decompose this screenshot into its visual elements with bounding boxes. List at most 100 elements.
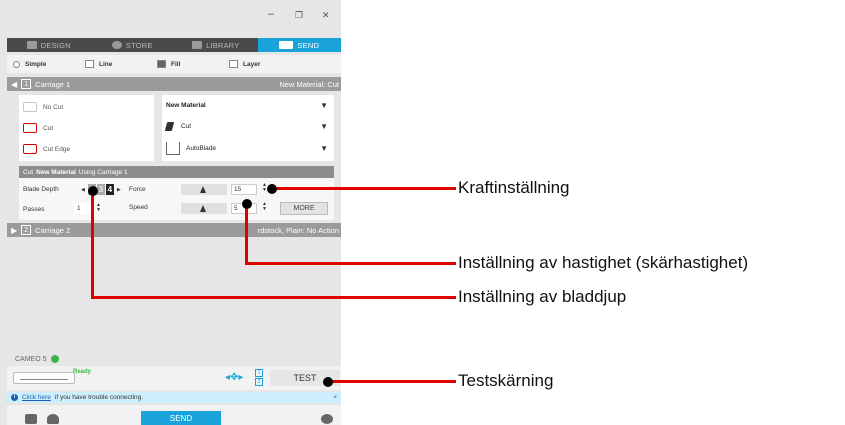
callout-test: Testskärning bbox=[458, 371, 554, 390]
tab-store[interactable]: STORE bbox=[91, 38, 175, 52]
main-tabs: DESIGN STORE LIBRARY SEND bbox=[7, 38, 341, 52]
mode-simple[interactable]: Simple bbox=[13, 60, 79, 68]
cut-options: No Cut Cut Cut Edge bbox=[19, 95, 154, 161]
passes-spinner-icon[interactable]: ▲ ▼ bbox=[96, 203, 101, 213]
decrease-arrow-icon[interactable]: ◀ bbox=[81, 187, 85, 193]
passes-label: Passes bbox=[23, 206, 45, 213]
tab-design[interactable]: DESIGN bbox=[7, 38, 91, 52]
fill-icon bbox=[157, 60, 166, 68]
slot-1[interactable]: 1 bbox=[255, 369, 263, 377]
more-button[interactable]: MORE bbox=[280, 202, 328, 215]
knife-icon bbox=[164, 121, 175, 131]
close-help-icon[interactable]: × bbox=[333, 394, 337, 401]
help-bar: i Click here if you have trouble connect… bbox=[7, 392, 341, 403]
force-callout-dot bbox=[267, 184, 277, 194]
material-select[interactable]: New Material ▼ bbox=[166, 95, 328, 115]
tool-select[interactable]: AutoBlade ▼ bbox=[166, 138, 328, 158]
speed-callout-line-h bbox=[245, 262, 456, 265]
carriage-2-header[interactable]: ▶ 2 Carriage 2 rdstock, Plain: No Action bbox=[7, 223, 341, 237]
speed-slider[interactable] bbox=[181, 203, 227, 214]
move-blade-arrows-icon[interactable]: ◂✥▸ bbox=[225, 372, 243, 383]
slider-thumb[interactable] bbox=[200, 186, 206, 193]
cutter-status-icon[interactable] bbox=[25, 414, 37, 424]
connected-check-icon bbox=[50, 355, 59, 363]
line-icon bbox=[85, 60, 94, 68]
tab-library[interactable]: LIBRARY bbox=[174, 38, 258, 52]
option-cut[interactable]: Cut bbox=[19, 118, 154, 138]
tab-send[interactable]: SEND bbox=[257, 38, 341, 52]
carriage-label: Carriage 2 bbox=[35, 225, 71, 235]
depth-callout-line-h bbox=[91, 296, 456, 299]
callout-speed: Inställning av hastighet (skärhastighet) bbox=[458, 253, 749, 272]
depth-option[interactable]: 3 bbox=[96, 184, 105, 195]
option-no-cut[interactable]: No Cut bbox=[19, 97, 154, 117]
cutter-machine-icon bbox=[13, 372, 75, 384]
option-cut-edge[interactable]: Cut Edge bbox=[19, 139, 154, 159]
mode-layer[interactable]: Layer bbox=[229, 60, 295, 68]
test-callout-dot bbox=[323, 377, 333, 387]
speed-spinner-icon[interactable]: ▲ ▼ bbox=[262, 202, 267, 212]
increase-arrow-icon[interactable]: ▶ bbox=[117, 187, 121, 193]
force-label: Force bbox=[129, 186, 146, 193]
blade-depth-label: Blade Depth bbox=[23, 186, 59, 193]
minimize-button[interactable]: – bbox=[268, 8, 274, 20]
cutter-icon bbox=[279, 41, 294, 49]
gear-icon[interactable] bbox=[321, 414, 333, 424]
expand-arrow-icon: ▶ bbox=[11, 225, 18, 235]
blade-depth-selector[interactable]: ◀ 2 3 4 ▶ bbox=[79, 184, 123, 195]
force-value[interactable]: 15 bbox=[231, 184, 257, 195]
no-cut-icon bbox=[23, 102, 37, 112]
material-settings: New Material ▼ Cut ▼ AutoBlade ▼ bbox=[162, 95, 334, 161]
help-text: if you have trouble connecting. bbox=[54, 394, 144, 401]
slider-thumb[interactable] bbox=[200, 205, 206, 212]
learn-icon[interactable] bbox=[47, 414, 59, 424]
collapse-arrow-icon: ◀ bbox=[11, 79, 18, 89]
grid-icon bbox=[26, 41, 37, 49]
mode-line[interactable]: Line bbox=[85, 60, 151, 68]
bottom-bar: SEND bbox=[7, 405, 341, 425]
device-panel: Ready ◂✥▸ 1 2 TEST bbox=[7, 366, 341, 390]
mode-fill[interactable]: Fill bbox=[157, 60, 223, 68]
cut-icon bbox=[23, 123, 37, 133]
carriage-1-header[interactable]: ◀ 1 Carriage 1 New Material: Cut bbox=[7, 77, 341, 91]
slot-2[interactable]: 2 bbox=[255, 378, 263, 386]
store-icon bbox=[111, 41, 122, 49]
depth-callout-line-v bbox=[91, 191, 94, 298]
close-button[interactable]: ✕ bbox=[322, 10, 330, 21]
carriage-number: 2 bbox=[21, 225, 32, 235]
test-callout-line bbox=[327, 380, 456, 383]
dropdown-caret-icon: ▼ bbox=[320, 121, 328, 131]
device-name: CAMEO 5 bbox=[15, 355, 59, 363]
callout-force: Kraftinställning bbox=[458, 178, 570, 197]
force-slider[interactable] bbox=[181, 184, 227, 195]
speed-label: Speed bbox=[129, 204, 148, 211]
callout-depth: Inställning av bladdjup bbox=[458, 287, 627, 306]
maximize-button[interactable]: ❐ bbox=[295, 10, 303, 21]
speed-callout-line-v bbox=[245, 203, 248, 264]
action-select[interactable]: Cut ▼ bbox=[164, 116, 328, 136]
speed-callout-dot bbox=[242, 199, 252, 209]
carriage-label: Carriage 1 bbox=[35, 79, 71, 89]
carriage-status: New Material: Cut bbox=[279, 79, 339, 89]
depth-callout-dot bbox=[88, 186, 98, 196]
carriage-number: 1 bbox=[21, 79, 32, 89]
cut-edge-icon bbox=[23, 144, 37, 154]
send-button[interactable]: SEND bbox=[141, 411, 221, 425]
layer-icon bbox=[229, 60, 238, 68]
dropdown-caret-icon: ▼ bbox=[320, 143, 328, 153]
cut-settings-header: Cut New Material Using Carriage 1 bbox=[19, 166, 334, 178]
silhouette-studio-window: – ❐ ✕ DESIGN STORE LIBRARY SEND Simple L… bbox=[0, 0, 341, 425]
carriage-slots: 1 2 bbox=[255, 369, 263, 386]
cut-settings-panel: Blade Depth ◀ 2 3 4 ▶ Force 15 ▲▼ Passes… bbox=[19, 178, 334, 220]
radio-icon bbox=[13, 60, 20, 68]
ready-status: Ready bbox=[73, 369, 92, 375]
depth-option-selected[interactable]: 4 bbox=[105, 184, 114, 195]
autoblade-icon bbox=[166, 141, 180, 155]
send-mode-bar: Simple Line Fill Layer bbox=[7, 55, 341, 73]
carriage-status: rdstock, Plain: No Action bbox=[257, 225, 339, 235]
force-callout-line bbox=[271, 187, 456, 190]
library-icon bbox=[192, 41, 203, 49]
info-icon: i bbox=[11, 394, 18, 401]
dropdown-caret-icon: ▼ bbox=[320, 100, 328, 110]
help-link[interactable]: Click here bbox=[22, 394, 51, 401]
